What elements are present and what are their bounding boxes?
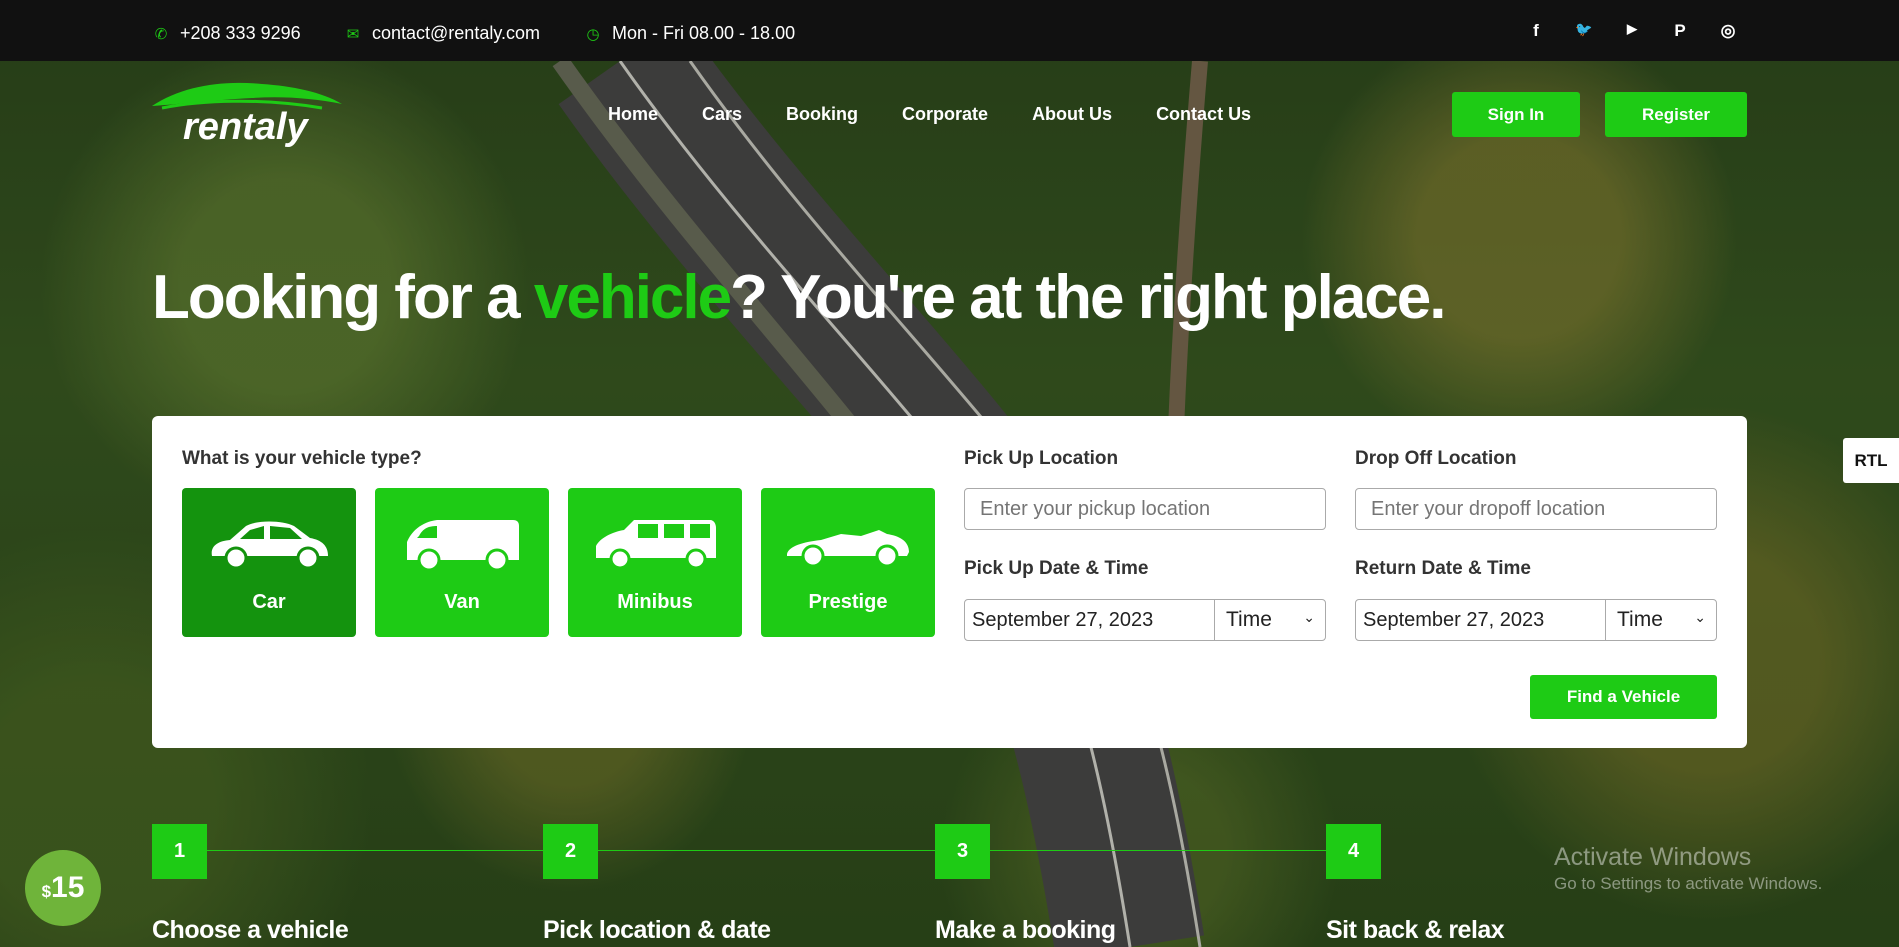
return-datetime-label: Return Date & Time bbox=[1355, 558, 1531, 579]
pickup-datetime-label: Pick Up Date & Time bbox=[964, 558, 1149, 579]
nav-contact-us[interactable]: Contact Us bbox=[1156, 104, 1251, 125]
vehicle-type-minibus[interactable]: Minibus bbox=[568, 488, 742, 637]
hero-title: Looking for a vehicle? You're at the rig… bbox=[152, 262, 1447, 333]
vehicle-type-prestige-label: Prestige bbox=[808, 591, 888, 613]
vehicle-type-car-label: Car bbox=[252, 591, 286, 613]
vehicle-type-prestige[interactable]: Prestige bbox=[761, 488, 935, 637]
return-time-value: Time bbox=[1617, 608, 1663, 631]
search-card: What is your vehicle type? Car Van Minib… bbox=[152, 416, 1747, 748]
pickup-date-input[interactable]: September 27, 2023 bbox=[965, 600, 1215, 640]
top-bar: ✆ +208 333 9296 ✉ contact@rentaly.com ◷ … bbox=[0, 0, 1899, 61]
hero-title-prefix: Looking for a bbox=[152, 263, 534, 332]
step-2-number: 2 bbox=[543, 824, 598, 879]
facebook-icon[interactable]: f bbox=[1525, 21, 1547, 41]
watermark-subtitle: Go to Settings to activate Windows. bbox=[1554, 874, 1823, 893]
phone-info: ✆ +208 333 9296 bbox=[152, 23, 301, 44]
register-button[interactable]: Register bbox=[1605, 92, 1747, 137]
price-amount: 15 bbox=[51, 871, 85, 904]
hours-info: ◷ Mon - Fri 08.00 - 18.00 bbox=[584, 23, 795, 44]
chevron-down-icon: ⌄ bbox=[1303, 609, 1315, 625]
windows-activation-watermark: Activate Windows Go to Settings to activ… bbox=[1554, 843, 1822, 894]
pickup-time-select[interactable]: Time ⌄ bbox=[1215, 600, 1325, 640]
minibus-icon bbox=[596, 520, 716, 570]
pickup-location-label: Pick Up Location bbox=[964, 448, 1119, 469]
dropoff-location-label: Drop Off Location bbox=[1355, 448, 1517, 469]
envelope-icon: ✉ bbox=[346, 25, 360, 43]
step-4-number: 4 bbox=[1326, 824, 1381, 879]
email-info: ✉ contact@rentaly.com bbox=[344, 23, 540, 44]
watermark-title: Activate Windows bbox=[1554, 843, 1752, 871]
sign-in-button[interactable]: Sign In bbox=[1452, 92, 1580, 137]
phone-icon: ✆ bbox=[154, 25, 168, 43]
logo-text[interactable]: rentaly bbox=[183, 106, 308, 149]
nav-about-us[interactable]: About Us bbox=[1032, 104, 1112, 125]
pickup-time-value: Time bbox=[1226, 608, 1272, 631]
return-datetime-field: September 27, 2023 Time ⌄ bbox=[1355, 599, 1717, 641]
vehicle-type-van-label: Van bbox=[444, 591, 480, 613]
dropoff-location-input[interactable] bbox=[1355, 488, 1717, 530]
nav-booking[interactable]: Booking bbox=[786, 104, 858, 125]
hero-title-accent: vehicle bbox=[533, 263, 732, 332]
vehicle-type-label: What is your vehicle type? bbox=[182, 448, 422, 469]
price-badge[interactable]: $ 15 bbox=[25, 850, 101, 926]
step-4-title: Sit back & relax bbox=[1326, 916, 1505, 944]
nav-corporate[interactable]: Corporate bbox=[902, 104, 988, 125]
car-icon bbox=[211, 521, 328, 570]
steps-line bbox=[180, 850, 1354, 851]
email-text[interactable]: contact@rentaly.com bbox=[372, 23, 540, 44]
phone-text[interactable]: +208 333 9296 bbox=[180, 23, 301, 44]
main-nav: Home Cars Booking Corporate About Us Con… bbox=[608, 104, 1295, 125]
hero-title-suffix: ? You're at the right place. bbox=[730, 263, 1446, 332]
pickup-location-input[interactable] bbox=[964, 488, 1326, 530]
sports-car-icon bbox=[787, 530, 909, 568]
hours-text: Mon - Fri 08.00 - 18.00 bbox=[612, 23, 796, 43]
return-date-input[interactable]: September 27, 2023 bbox=[1356, 600, 1606, 640]
chevron-down-icon: ⌄ bbox=[1694, 609, 1706, 625]
nav-home[interactable]: Home bbox=[608, 104, 658, 125]
step-1-number: 1 bbox=[152, 824, 207, 879]
youtube-icon[interactable]: ▶ bbox=[1621, 21, 1643, 41]
step-2-title: Pick location & date bbox=[543, 916, 771, 944]
return-time-select[interactable]: Time ⌄ bbox=[1606, 600, 1716, 640]
step-3-number: 3 bbox=[935, 824, 990, 879]
twitter-icon[interactable]: 🐦 bbox=[1573, 21, 1595, 41]
van-icon bbox=[407, 520, 519, 572]
step-3-title: Make a booking bbox=[935, 916, 1116, 944]
price-currency: $ bbox=[41, 882, 52, 901]
vehicle-type-car[interactable]: Car bbox=[182, 488, 356, 637]
nav-cars[interactable]: Cars bbox=[702, 104, 742, 125]
social-links: f 🐦 ▶ P ◎ bbox=[1525, 21, 1739, 41]
rtl-toggle-button[interactable]: RTL bbox=[1843, 438, 1899, 483]
vehicle-type-minibus-label: Minibus bbox=[617, 591, 693, 613]
instagram-icon[interactable]: ◎ bbox=[1717, 21, 1739, 41]
clock-icon: ◷ bbox=[586, 25, 600, 43]
find-vehicle-button[interactable]: Find a Vehicle bbox=[1530, 675, 1717, 719]
vehicle-type-van[interactable]: Van bbox=[375, 488, 549, 637]
pinterest-icon[interactable]: P bbox=[1669, 21, 1691, 41]
pickup-datetime-field: September 27, 2023 Time ⌄ bbox=[964, 599, 1326, 641]
step-1-title: Choose a vehicle bbox=[152, 916, 349, 944]
